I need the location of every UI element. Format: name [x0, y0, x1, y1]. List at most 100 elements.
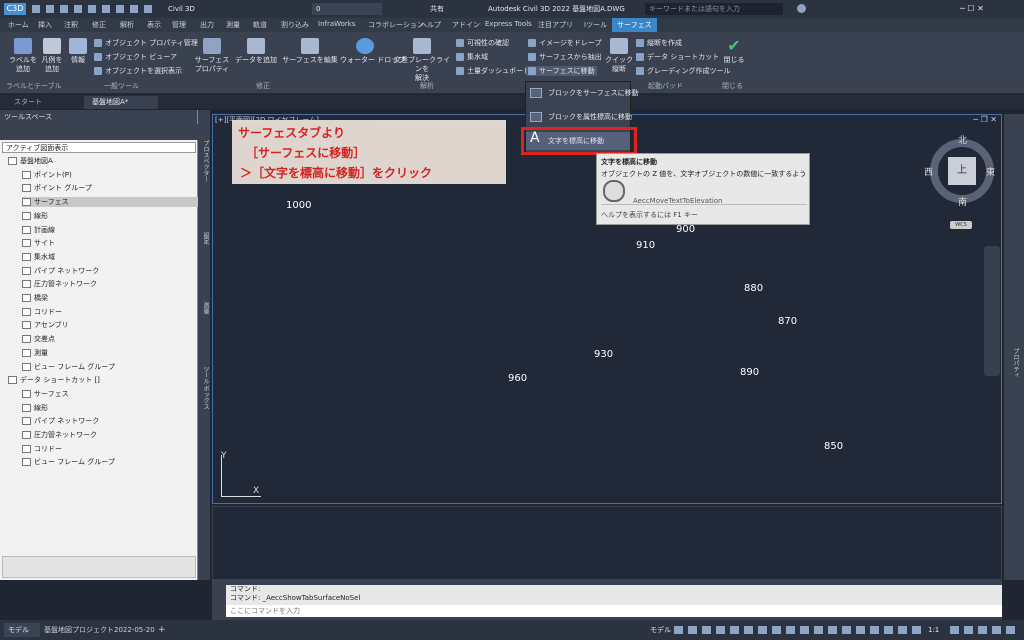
surface-edit-button[interactable]: サーフェスを編集	[282, 38, 338, 65]
create-profile[interactable]: 縦断を作成	[636, 38, 682, 48]
ribbon-tab-9[interactable]: 軌道	[253, 20, 267, 30]
data-shortcut[interactable]: データ ショートカット	[636, 52, 719, 62]
move-to-surface-menu[interactable]: サーフェスに移動	[526, 66, 597, 76]
compass-south[interactable]: 南	[958, 195, 967, 208]
viewcube-top-face[interactable]: 上	[948, 157, 976, 185]
ribbon-tab-6[interactable]: 管理	[172, 20, 186, 30]
wcs-menu[interactable]: WCS	[950, 221, 972, 229]
lower-viewport[interactable]	[212, 506, 1002, 580]
tree-item[interactable]: アセンブリ	[22, 320, 69, 330]
drape-image[interactable]: イメージをドレープ	[528, 38, 601, 48]
tree-item[interactable]: パイプ ネットワーク	[22, 416, 99, 426]
tree-item[interactable]: 測量	[22, 348, 48, 358]
object-viewer[interactable]: オブジェクト ビューア	[94, 52, 177, 62]
tree-item[interactable]: 線形	[22, 403, 48, 413]
window-controls[interactable]: ─ ☐ ✕	[960, 4, 1016, 13]
tree-item[interactable]: ポイント(P)	[22, 170, 72, 180]
ribbon-tab-3[interactable]: 修正	[92, 20, 106, 30]
tree-item[interactable]: サーフェス	[22, 197, 202, 208]
object-property-manager[interactable]: オブジェクト プロパティ管理	[94, 38, 198, 48]
ribbon-tab-2[interactable]: 注釈	[64, 20, 78, 30]
data-add-button[interactable]: データを追加	[232, 38, 280, 65]
tree-item[interactable]: コリドー	[22, 307, 62, 317]
tree-item[interactable]: 線形	[22, 211, 48, 221]
extract-from-surface[interactable]: サーフェスから抽出	[528, 52, 602, 62]
ribbon-tab-15[interactable]: Express Tools	[485, 20, 532, 28]
status-toggle-icons[interactable]	[674, 626, 924, 634]
add-layout-icon[interactable]: +	[158, 623, 166, 637]
ribbon-tab-10[interactable]: 割り込み	[281, 20, 309, 30]
tree-item[interactable]: 交差点	[22, 334, 55, 344]
compass-north[interactable]: 北	[958, 133, 967, 146]
layout-tab[interactable]: 基盤地図プロジェクト2022-05-20	[44, 623, 155, 637]
tree-item[interactable]: サイト	[22, 238, 55, 248]
compass-west[interactable]: 西	[924, 165, 933, 178]
ribbon-tab-18[interactable]: サーフェス	[612, 18, 657, 32]
info-button[interactable]: 情報	[66, 38, 90, 65]
tree-item[interactable]: 橋梁	[22, 293, 48, 303]
canvas-window-controls[interactable]: ─ ❐ ✕	[973, 115, 997, 124]
ribbon-tab-11[interactable]: InfraWorks	[318, 20, 356, 28]
earthwork-dashboard[interactable]: 土量ダッシュボード	[456, 66, 530, 76]
ribbon-tab-7[interactable]: 出力	[200, 20, 214, 30]
breakline-button[interactable]: 交差ブレークラインを 解決	[392, 38, 452, 83]
model-tab[interactable]: モデル	[4, 623, 40, 637]
ribbon-tab-14[interactable]: アドイン	[452, 20, 480, 30]
tree-item[interactable]: ポイント グループ	[22, 183, 92, 193]
tree-item[interactable]: 集水域	[22, 252, 55, 262]
command-input[interactable]: ここにコマンドを入力	[226, 605, 1002, 617]
property-palette-collapsed[interactable]: プロパティ	[1004, 114, 1024, 580]
tree-item[interactable]: コリドー	[22, 444, 62, 454]
ribbon-tab-0[interactable]: ホーム	[8, 20, 29, 30]
active-drawing-view-select[interactable]: アクティブ図面表示	[2, 142, 196, 153]
tree-item[interactable]: ビュー フレーム グループ	[22, 457, 115, 467]
ribbon-tab-5[interactable]: 表示	[147, 20, 161, 30]
status-right-icons[interactable]	[950, 626, 1016, 634]
tree-item[interactable]: 計画線	[22, 225, 55, 235]
ribbon-tab-8[interactable]: 測量	[226, 20, 240, 30]
grading-tool[interactable]: グレーディング作成ツール	[636, 66, 731, 76]
object-select-display[interactable]: オブジェクトを選択表示	[94, 66, 182, 76]
quick-access-icons[interactable]	[32, 5, 152, 13]
user-icon[interactable]	[797, 4, 806, 13]
share-button[interactable]: 共有	[430, 3, 444, 15]
ribbon-tab-13[interactable]: ヘルプ	[420, 20, 441, 30]
side-tab-toolbox[interactable]: ツール ボックス	[198, 366, 210, 410]
visibility-check[interactable]: 可視性の確認	[456, 38, 509, 48]
doc-tab-1[interactable]: 基盤地図A*	[84, 96, 158, 109]
water-drop-button[interactable]: ウォーター ドロップ	[340, 38, 405, 65]
ribbon-tab-1[interactable]: 挿入	[38, 20, 52, 30]
viewcube[interactable]: 上 北 南 東 西 WCS	[924, 131, 1000, 229]
menu-move-block-to-surface[interactable]: ブロックをサーフェスに移動	[526, 84, 639, 102]
menu-move-block-to-attribute[interactable]: ブロックを属性標高に移動	[526, 108, 632, 126]
workspace-select[interactable]: Civil 3D	[168, 3, 238, 15]
ribbon-tab-16[interactable]: 注目アプリ	[538, 20, 573, 30]
tree-item[interactable]: サーフェス	[22, 389, 69, 399]
legend-add-button[interactable]: 凡例を 追加	[38, 38, 66, 74]
ribbon-tab-17[interactable]: Iツール	[584, 20, 607, 30]
catchment[interactable]: 集水域	[456, 52, 488, 62]
tree-item[interactable]: パイプ ネットワーク	[22, 266, 99, 276]
surface-property-button[interactable]: サーフェス プロパティ	[192, 38, 232, 74]
layer-select[interactable]: 0	[312, 3, 382, 15]
quick-profile-button[interactable]: クイック 縦断	[604, 38, 634, 74]
close-button[interactable]: ✔ 閉じる	[720, 38, 748, 65]
compass-east[interactable]: 東	[986, 165, 995, 178]
tree-item[interactable]: 圧力管ネットワーク	[22, 430, 97, 440]
side-tab-prospector[interactable]: プロスペクター	[198, 140, 210, 182]
doc-tab-0[interactable]: スタート	[6, 96, 80, 109]
navigation-bar[interactable]	[984, 246, 1000, 376]
app-logo-icon[interactable]: C3D	[4, 3, 26, 15]
tree-item[interactable]: データ ショートカット []	[8, 375, 100, 385]
label-add-button[interactable]: ラベルを 追加	[6, 38, 40, 74]
ribbon-tab-12[interactable]: コラボレーション	[368, 20, 424, 30]
side-tab-survey[interactable]: 測量	[198, 302, 210, 314]
tree-item[interactable]: 基盤地図A	[8, 156, 53, 166]
annotation-scale[interactable]: 1:1	[928, 623, 939, 637]
tree-item[interactable]: ビュー フレーム グループ	[22, 362, 115, 372]
tree-item[interactable]: 圧力管ネットワーク	[22, 279, 97, 289]
side-tab-settings[interactable]: 設定	[198, 232, 210, 244]
status-model-label[interactable]: モデル	[650, 623, 671, 637]
ribbon-tab-4[interactable]: 解析	[120, 20, 134, 30]
search-input[interactable]: キーワードまたは語句を入力	[645, 3, 783, 15]
